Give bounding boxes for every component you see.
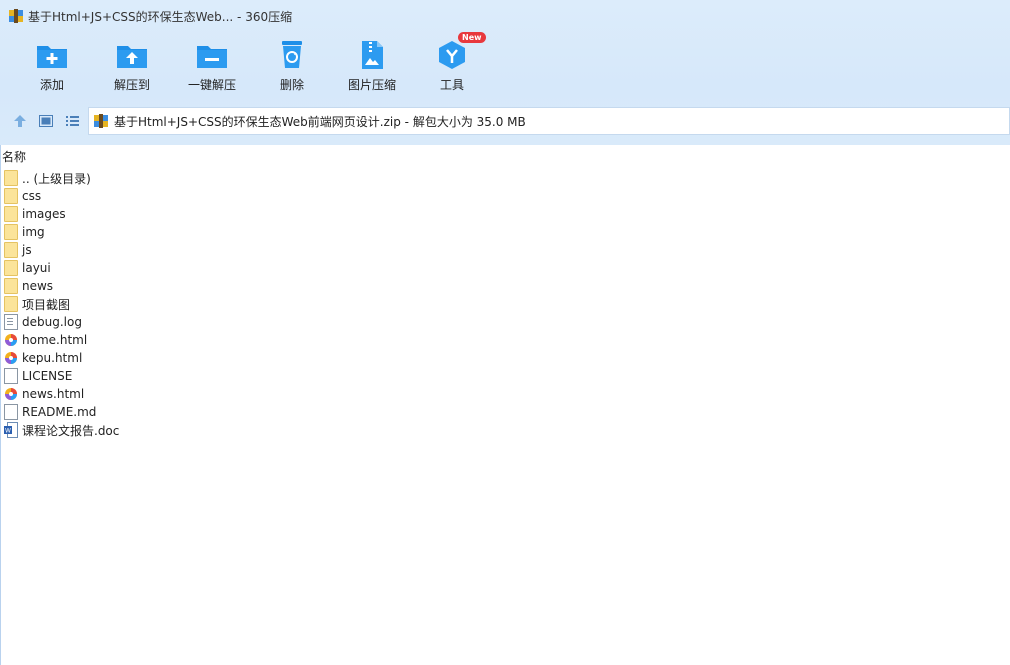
folder-icon — [4, 260, 18, 276]
one-click-extract-icon — [197, 46, 227, 68]
zip-file-icon — [93, 113, 109, 129]
file-name: debug.log — [22, 315, 82, 329]
file-name: README.md — [22, 405, 97, 419]
list-view-button[interactable] — [63, 112, 81, 130]
folder-icon — [4, 224, 18, 240]
file-name: LICENSE — [22, 369, 73, 383]
list-item[interactable]: news.html — [4, 385, 604, 403]
image-compress-label: 图片压缩 — [347, 78, 396, 92]
html-file-icon — [4, 350, 18, 366]
tools-button[interactable]: New 工具 — [412, 32, 492, 98]
add-icon — [37, 46, 67, 68]
arrow-up-icon — [14, 115, 26, 127]
list-item[interactable]: .. (上级目录) — [4, 169, 604, 187]
extract-to-button[interactable]: 解压到 — [92, 36, 172, 98]
html-file-icon — [4, 332, 18, 348]
html-file-icon — [4, 386, 18, 402]
file-name: css — [22, 189, 42, 203]
address-bar: 基于Html+JS+CSS的环保生态Web前端网页设计.zip - 解包大小为 … — [0, 106, 1010, 136]
delete-button[interactable]: 删除 — [252, 36, 332, 98]
folder-icon — [4, 278, 18, 294]
thumbnail-view-icon — [39, 115, 53, 127]
folder-icon — [4, 170, 18, 186]
delete-icon — [282, 41, 302, 68]
list-item[interactable]: js — [4, 241, 604, 259]
file-name: kepu.html — [22, 351, 83, 365]
add-label: 添加 — [39, 78, 64, 92]
one-click-extract-button[interactable]: 一键解压 — [172, 36, 252, 98]
file-name: layui — [22, 261, 51, 275]
tools-label: 工具 — [439, 78, 464, 92]
svg-text:W: W — [5, 428, 11, 435]
list-item[interactable]: LICENSE — [4, 367, 604, 385]
file-name: .. (上级目录) — [22, 171, 91, 186]
column-header-name[interactable]: 名称 — [2, 148, 26, 165]
list-view-icon — [66, 116, 79, 126]
folder-icon — [4, 206, 18, 222]
list-item[interactable]: css — [4, 187, 604, 205]
add-button[interactable]: 添加 — [12, 36, 92, 98]
folder-icon — [4, 296, 18, 312]
new-badge: New — [458, 32, 486, 43]
list-item[interactable]: layui — [4, 259, 604, 277]
image-compress-button[interactable]: 图片压缩 — [332, 36, 412, 98]
word-doc-icon: W — [4, 422, 18, 438]
tools-icon — [439, 41, 465, 69]
extract-to-label: 解压到 — [113, 78, 150, 92]
extract-to-icon — [117, 46, 147, 68]
file-name: news.html — [22, 387, 85, 401]
up-level-button[interactable] — [11, 112, 29, 130]
delete-label: 删除 — [279, 78, 304, 92]
list-item[interactable]: news — [4, 277, 604, 295]
path-field[interactable]: 基于Html+JS+CSS的环保生态Web前端网页设计.zip - 解包大小为 … — [88, 107, 1010, 135]
list-item[interactable]: home.html — [4, 331, 604, 349]
file-name: 课程论文报告.doc — [22, 423, 120, 438]
list-item[interactable]: README.md — [4, 403, 604, 421]
list-item[interactable]: W 课程论文报告.doc — [4, 421, 604, 439]
folder-icon — [4, 242, 18, 258]
file-icon — [4, 368, 18, 384]
file-list: 名称 .. (上级目录) css images img js layui news 项目截图 d… — [0, 145, 1010, 665]
folder-icon — [4, 188, 18, 204]
title-bar: 基于Html+JS+CSS的环保生态Web... - 360压缩 — [0, 0, 1010, 32]
top-chrome: 基于Html+JS+CSS的环保生态Web... - 360压缩 添加 解压到 — [0, 0, 1010, 145]
list-item[interactable]: images — [4, 205, 604, 223]
list-item[interactable]: img — [4, 223, 604, 241]
file-name: news — [22, 279, 54, 293]
list-item[interactable]: debug.log — [4, 313, 604, 331]
thumbnail-view-button[interactable] — [37, 112, 55, 130]
file-name: img — [22, 225, 45, 239]
list-item[interactable]: kepu.html — [4, 349, 604, 367]
file-rows: .. (上级目录) css images img js layui news 项目截图 debu… — [4, 169, 604, 439]
toolbar: 添加 解压到 一键解压 删除 图片压缩 New 工具 — [0, 32, 1010, 98]
image-compress-icon — [362, 41, 383, 69]
list-item[interactable]: 项目截图 — [4, 295, 604, 313]
file-name: images — [22, 207, 66, 221]
file-name: home.html — [22, 333, 88, 347]
file-name: js — [22, 243, 32, 257]
file-name: 项目截图 — [22, 297, 71, 312]
text-file-icon — [4, 314, 18, 330]
one-click-extract-label: 一键解压 — [187, 78, 236, 92]
window-title: 基于Html+JS+CSS的环保生态Web... - 360压缩 — [28, 9, 293, 24]
path-text: 基于Html+JS+CSS的环保生态Web前端网页设计.zip - 解包大小为 … — [114, 114, 526, 129]
file-icon — [4, 404, 18, 420]
archive-app-icon — [8, 8, 24, 24]
